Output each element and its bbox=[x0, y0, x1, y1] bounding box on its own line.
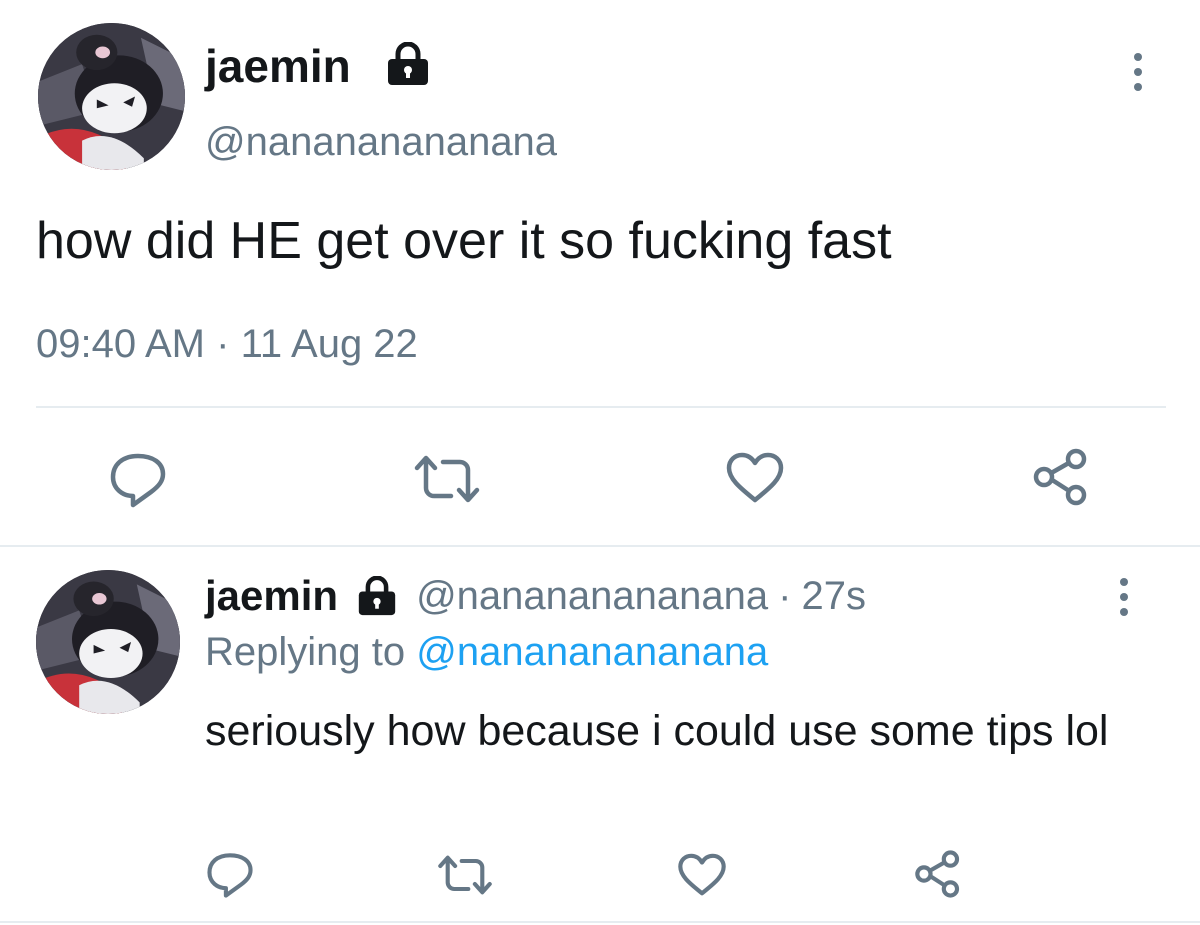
meta-separator: · bbox=[216, 322, 230, 366]
retweet-icon bbox=[438, 855, 492, 895]
reply-button[interactable] bbox=[108, 452, 168, 508]
bottom-divider bbox=[0, 921, 1200, 923]
share-button[interactable] bbox=[914, 850, 962, 898]
like-button[interactable] bbox=[725, 452, 785, 504]
reply-icon bbox=[110, 453, 166, 508]
share-icon bbox=[1033, 448, 1087, 506]
lock-icon bbox=[385, 42, 431, 86]
more-dot bbox=[1134, 83, 1142, 91]
avatar-image bbox=[38, 23, 185, 170]
more-dot bbox=[1120, 608, 1128, 616]
display-name[interactable]: jaemin bbox=[205, 570, 338, 622]
reply-icon bbox=[207, 853, 253, 898]
tweet-timestamp[interactable]: 09:40 AM · 11 Aug 22 bbox=[36, 322, 418, 367]
share-icon bbox=[915, 850, 960, 898]
reply-header: jaemin @nanananananana · 27s bbox=[205, 570, 866, 622]
tweet-date: 11 Aug 22 bbox=[240, 322, 418, 366]
heart-icon bbox=[678, 853, 726, 896]
tweet-text: seriously how because i could use some t… bbox=[205, 707, 1109, 755]
more-vertical-icon bbox=[1120, 578, 1128, 586]
like-button[interactable] bbox=[677, 853, 727, 897]
avatar[interactable] bbox=[38, 23, 185, 170]
more-options-button[interactable] bbox=[1116, 578, 1132, 616]
reply-button[interactable] bbox=[205, 852, 255, 898]
tweet-text: how did HE get over it so fucking fast bbox=[36, 212, 892, 270]
avatar[interactable] bbox=[36, 570, 180, 714]
replying-to: Replying to @nanananananana bbox=[205, 630, 768, 675]
tweet-time: 09:40 AM bbox=[36, 322, 206, 366]
section-divider bbox=[0, 545, 1200, 547]
heart-icon bbox=[726, 452, 784, 503]
more-vertical-icon bbox=[1134, 53, 1142, 61]
retweet-button[interactable] bbox=[413, 454, 481, 504]
meta-separator: · bbox=[778, 573, 792, 618]
user-handle[interactable]: @nanananananana bbox=[205, 118, 557, 166]
divider bbox=[36, 406, 1166, 408]
retweet-icon bbox=[414, 455, 480, 503]
lock-icon bbox=[356, 576, 398, 616]
display-name[interactable]: jaemin bbox=[205, 38, 351, 94]
user-handle[interactable]: @nanananananana bbox=[416, 574, 768, 619]
replying-to-label: Replying to bbox=[205, 630, 406, 674]
share-button[interactable] bbox=[1032, 448, 1090, 506]
tweet-age[interactable]: 27s bbox=[801, 574, 866, 619]
avatar-image bbox=[36, 570, 180, 714]
more-options-button[interactable] bbox=[1130, 53, 1146, 91]
replying-to-link[interactable]: @nanananananana bbox=[416, 630, 768, 674]
retweet-button[interactable] bbox=[437, 854, 493, 896]
more-dot bbox=[1120, 593, 1128, 601]
more-dot bbox=[1134, 68, 1142, 76]
